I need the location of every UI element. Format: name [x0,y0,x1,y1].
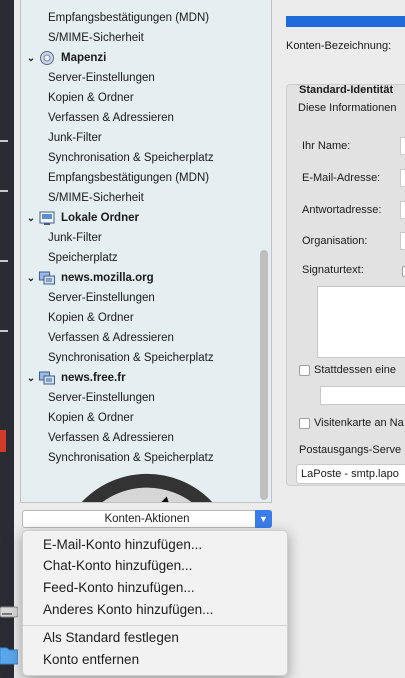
tree-item-label: Empfangsbestätigungen (MDN) [48,12,210,24]
newsgroup-icon [39,371,55,385]
tree-scrollbar-thumb[interactable] [260,250,268,500]
tree-item[interactable]: Synchronisation & Speicherplatz [21,347,257,367]
tree-item-label: Lokale Ordner [61,212,139,224]
tree-item-label: Synchronisation & Speicherplatz [48,452,214,464]
tree-item-label: news.mozilla.org [61,272,154,284]
tree-item-label: S/MIME-Sicherheit [48,32,144,44]
tree-item-label: Synchronisation & Speicherplatz [48,352,214,364]
tree-item-label: Speicherplatz [48,252,118,264]
reply-to-field[interactable] [400,201,405,219]
smtp-label: Postausgangs-Serve [299,444,402,456]
folder-icon[interactable] [0,644,18,666]
account-name-label: Konten-Bezeichnung: [286,40,392,52]
account-node[interactable]: ⌄ Lokale Ordner [21,207,257,227]
tree-item-label: Server-Einstellungen [48,392,155,404]
name-field[interactable] [400,137,405,155]
account-node[interactable]: ⌄ news.mozilla.org [21,267,257,287]
tree-item-label: Verfassen & Adressieren [48,432,174,444]
reply-to-label: Antwortadresse: [302,204,382,216]
tree-item[interactable]: Kopien & Ordner [21,407,257,427]
account-actions-button[interactable]: Konten-Aktionen ▼ [22,510,272,528]
tree-item[interactable]: Empfangsbestätigungen (MDN) [21,7,257,27]
name-label: Ihr Name: [302,140,351,152]
account-actions-menu: E-Mail-Konto hinzufügen... Chat-Konto hi… [22,530,288,676]
chevron-down-icon: ▼ [255,510,272,528]
signature-file-field[interactable] [320,386,405,405]
expand-chevron-icon[interactable]: ⌄ [25,209,37,229]
account-tree[interactable]: Empfangsbestätigungen (MDN) S/MIME-Sicher… [20,0,272,503]
account-node[interactable]: ⌄ news.free.fr [21,367,257,387]
tree-item-label: Server-Einstellungen [48,72,155,84]
tree-item[interactable]: Kopien & Ordner [21,87,257,107]
tree-item-label: Junk-Filter [48,232,102,244]
tree-item-label: Verfassen & Adressieren [48,112,174,124]
account-actions-label: Konten-Aktionen [104,513,190,525]
smtp-server-icon [81,473,213,502]
tree-item[interactable]: Verfassen & Adressieren [21,327,257,347]
tree-item[interactable]: Server-Einstellungen [21,287,257,307]
tree-item[interactable]: Server-Einstellungen [21,67,257,87]
identity-description: Diese Informationen [298,102,397,114]
signature-textarea[interactable] [317,286,405,358]
tree-item[interactable]: Empfangsbestätigungen (MDN) [21,167,257,187]
signature-file-checkbox[interactable] [299,365,310,376]
expand-chevron-icon[interactable]: ⌄ [25,369,37,389]
tree-item[interactable]: Verfassen & Adressieren [21,427,257,447]
vcard-label: Visitenkarte an Na [314,417,404,429]
menu-item-set-default[interactable]: Als Standard festlegen [43,628,179,648]
expand-chevron-icon[interactable]: ⌄ [25,49,37,69]
tree-item[interactable]: S/MIME-Sicherheit [21,187,257,207]
tree-item[interactable]: Kopien & Ordner [21,307,257,327]
vcard-checkbox[interactable] [299,418,310,429]
tree-item-label: Synchronisation & Speicherplatz [48,152,214,164]
menu-item-remove-account[interactable]: Konto entfernen [43,650,139,670]
organization-label: Organisation: [302,235,368,247]
drive-icon[interactable] [0,604,18,620]
email-label: E-Mail-Adresse: [302,172,381,184]
tree-item-label: Kopien & Ordner [48,92,134,104]
tree-item-label: Junk-Filter [48,132,102,144]
expand-chevron-icon[interactable]: ⌄ [25,269,37,289]
tree-item[interactable]: Verfassen & Adressieren [21,107,257,127]
mail-account-icon [40,50,54,65]
tree-item-label: Empfangsbestätigungen (MDN) [48,172,210,184]
tree-item[interactable]: Junk-Filter [21,127,257,147]
smtp-select[interactable]: LaPoste - smtp.lapo [296,464,405,484]
account-node[interactable]: ⌄ Mapenzi [21,47,257,67]
tree-item[interactable]: Synchronisation & Speicherplatz [21,447,257,467]
desktop-strip [0,0,14,678]
tree-item-label: Kopien & Ordner [48,412,134,424]
tree-item[interactable]: Server-Einstellungen [21,387,257,407]
tree-item-label: Kopien & Ordner [48,312,134,324]
menu-item-add-other-account[interactable]: Anderes Konto hinzufügen... [43,600,213,620]
tree-item-label: Mapenzi [61,52,107,64]
signature-file-label: Stattdessen eine [314,364,396,376]
smtp-node[interactable]: Postausgangs-Server (SMTP) [21,467,257,502]
tree-item[interactable]: Speicherplatz [21,247,257,267]
menu-separator [23,625,287,626]
menu-item-add-mail-account[interactable]: E-Mail-Konto hinzufügen... [43,535,202,555]
tree-item-label: S/MIME-Sicherheit [48,192,144,204]
tree-item-label: news.free.fr [61,372,126,384]
tree-item[interactable]: Synchronisation & Speicherplatz [21,147,257,167]
email-field[interactable] [400,169,405,187]
menu-item-add-feed-account[interactable]: Feed-Konto hinzufügen... [43,578,195,598]
identity-title: Standard-Identität [299,84,394,96]
tree-item-label: Server-Einstellungen [48,292,155,304]
tree-item[interactable]: Junk-Filter [21,227,257,247]
menu-item-add-chat-account[interactable]: Chat-Konto hinzufügen... [43,556,192,576]
newsgroup-icon [39,271,55,285]
tree-item-label: Verfassen & Adressieren [48,332,174,344]
signature-label: Signaturtext: [302,264,364,276]
tree-item[interactable]: S/MIME-Sicherheit [21,27,257,47]
local-folders-icon [39,211,55,225]
organization-field[interactable] [400,232,405,250]
accent-bar [286,16,405,27]
